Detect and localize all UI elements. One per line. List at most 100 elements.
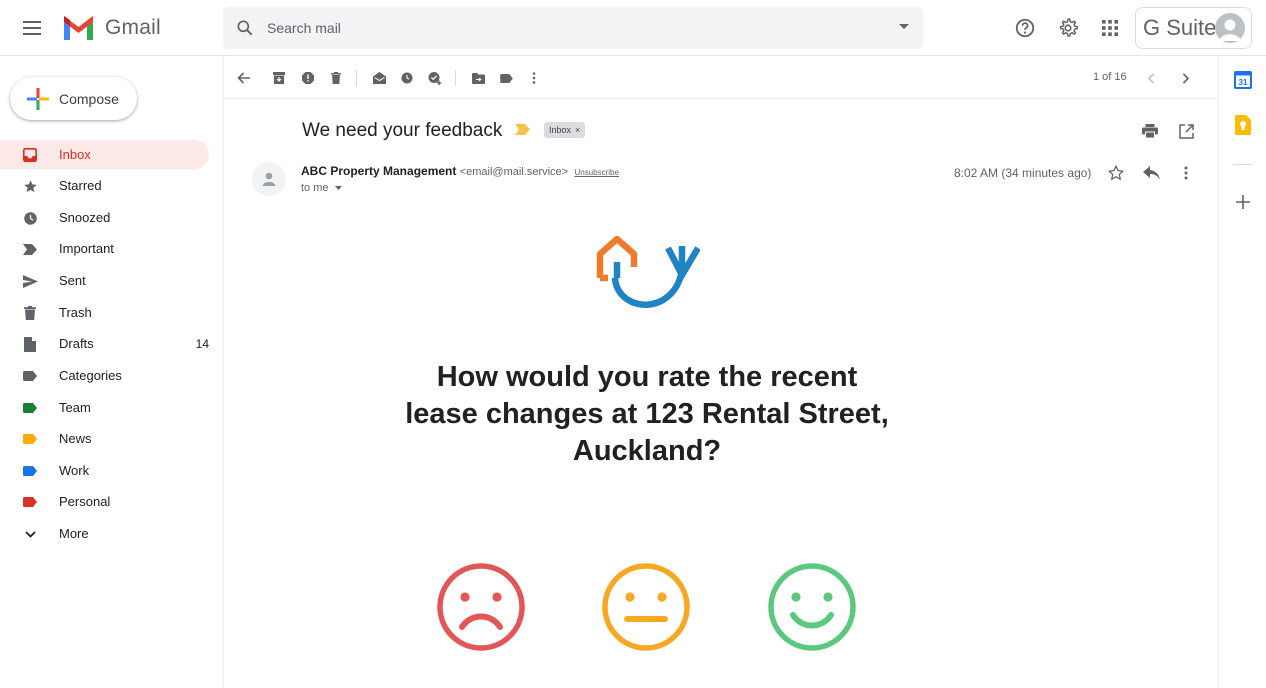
back-arrow-icon [237,72,250,84]
details-dropdown-icon[interactable] [334,186,342,190]
sidebar-item-label: Sent [59,273,86,288]
sidebar-item-snoozed[interactable]: Snoozed [0,203,209,232]
recipient-text: to me [301,182,329,194]
calendar-addon[interactable]: 31 [1233,70,1253,90]
pager-text: 1 of 16 [1093,71,1127,83]
label-button[interactable] [497,69,515,87]
search-options-icon[interactable] [899,24,909,30]
settings-button[interactable] [1054,14,1082,42]
delete-button[interactable] [327,69,345,87]
message-view: 1 of 16 We need your feedback Inbox × AB… [223,56,1218,688]
inbox-label-chip[interactable]: Inbox × [544,122,586,138]
sidebar-item-label: Snoozed [59,210,111,225]
search-input[interactable] [267,7,867,49]
sad-face-rating[interactable] [435,561,527,653]
sidebar-item-label: Team [59,400,91,415]
gmail-logo[interactable]: Gmail [62,16,161,40]
sidebar-item-label: Drafts [59,336,94,351]
sidebar-item-team[interactable]: Team [0,393,209,422]
mark-unread-icon [372,72,386,84]
open-in-new-icon [1178,123,1194,139]
back-button[interactable] [235,69,253,87]
drafts-count: 14 [195,336,209,351]
message-more-button[interactable] [1175,162,1197,184]
compose-plus-icon [27,87,49,110]
gsuite-label: G Suite [1143,15,1217,40]
person-icon [262,172,276,186]
chevron-left-icon [1147,72,1155,84]
label-icon [22,463,38,479]
send-icon [22,273,38,289]
happy-face-rating[interactable] [766,561,858,653]
open-new-window-button[interactable] [1177,122,1195,140]
get-addons-button[interactable] [1233,192,1253,212]
sidebar-item-label: More [59,526,89,541]
add-to-tasks-button[interactable] [426,69,444,87]
sidebar-item-more[interactable]: More [0,519,209,548]
sender-avatar[interactable] [252,162,286,196]
recipient-line[interactable]: to me [301,182,342,194]
print-button[interactable] [1141,122,1159,140]
sender-name[interactable]: ABC Property Management [301,164,456,178]
sidebar-item-trash[interactable]: Trash [0,298,209,327]
compose-button[interactable]: Compose [10,77,137,120]
sidebar-item-important[interactable]: Important [0,234,209,263]
reply-button[interactable] [1140,162,1162,184]
newer-button[interactable] [1142,69,1160,87]
sidebar-item-inbox[interactable]: Inbox [0,140,209,169]
sidebar-item-categories[interactable]: Categories [0,361,209,390]
avatar[interactable] [1215,13,1245,43]
sidebar-item-label: Personal [59,494,111,509]
archive-button[interactable] [270,69,288,87]
importance-marker-icon[interactable] [515,124,530,135]
star-icon [22,178,38,194]
star-button[interactable] [1105,162,1127,184]
calendar-day: 31 [1239,78,1248,87]
chip-remove-icon[interactable]: × [575,125,580,135]
neutral-face-rating[interactable] [600,561,692,653]
draft-icon [22,336,38,352]
clock-icon [401,72,413,84]
settings-icon [1059,18,1078,37]
sidebar-item-label: Starred [59,178,102,193]
sidebar-item-label: Categories [59,368,122,383]
important-icon [22,241,38,257]
sidebar-item-label: Inbox [59,147,91,162]
move-to-button[interactable] [469,69,487,87]
label-icon [22,400,38,416]
calendar-icon: 31 [1234,71,1252,89]
sidebar-item-news[interactable]: News [0,424,209,453]
clock-icon [22,210,38,226]
sidebar-item-starred[interactable]: Starred [0,171,209,200]
search-icon[interactable] [235,18,255,38]
report-spam-button[interactable] [299,69,317,87]
more-actions-button[interactable] [525,69,543,87]
sidebar-item-label: Important [59,241,114,256]
main-menu-button[interactable] [16,12,48,44]
keep-addon[interactable] [1233,115,1253,135]
apps-button[interactable] [1096,14,1124,42]
mark-unread-button[interactable] [370,69,388,87]
survey-question: How would you rate the recent lease chan… [405,361,889,467]
message-subject: We need your feedback [302,120,503,141]
older-button[interactable] [1177,69,1195,87]
message-time: 8:02 AM (34 minutes ago) [954,166,1092,180]
help-button[interactable] [1011,14,1039,42]
search-bar[interactable] [223,7,923,49]
sidebar-item-personal[interactable]: Personal [0,487,209,516]
menu-icon [23,21,41,35]
sidebar-item-sent[interactable]: Sent [0,266,209,295]
chevron-down-icon [22,526,38,542]
snooze-button[interactable] [398,69,416,87]
label-icon [22,368,38,384]
print-icon [1142,124,1158,138]
sidebar-item-work[interactable]: Work [0,456,209,485]
unsubscribe-link[interactable]: Unsubscribe [574,168,618,177]
sidebar-item-drafts[interactable]: Drafts 14 [0,329,209,358]
trash-icon [331,72,341,84]
label-icon [22,494,38,510]
apps-grid-icon [1102,20,1118,36]
account-switcher[interactable]: G Suite [1135,7,1252,49]
message-toolbar: 1 of 16 [224,56,1218,99]
plus-icon [1236,195,1250,209]
